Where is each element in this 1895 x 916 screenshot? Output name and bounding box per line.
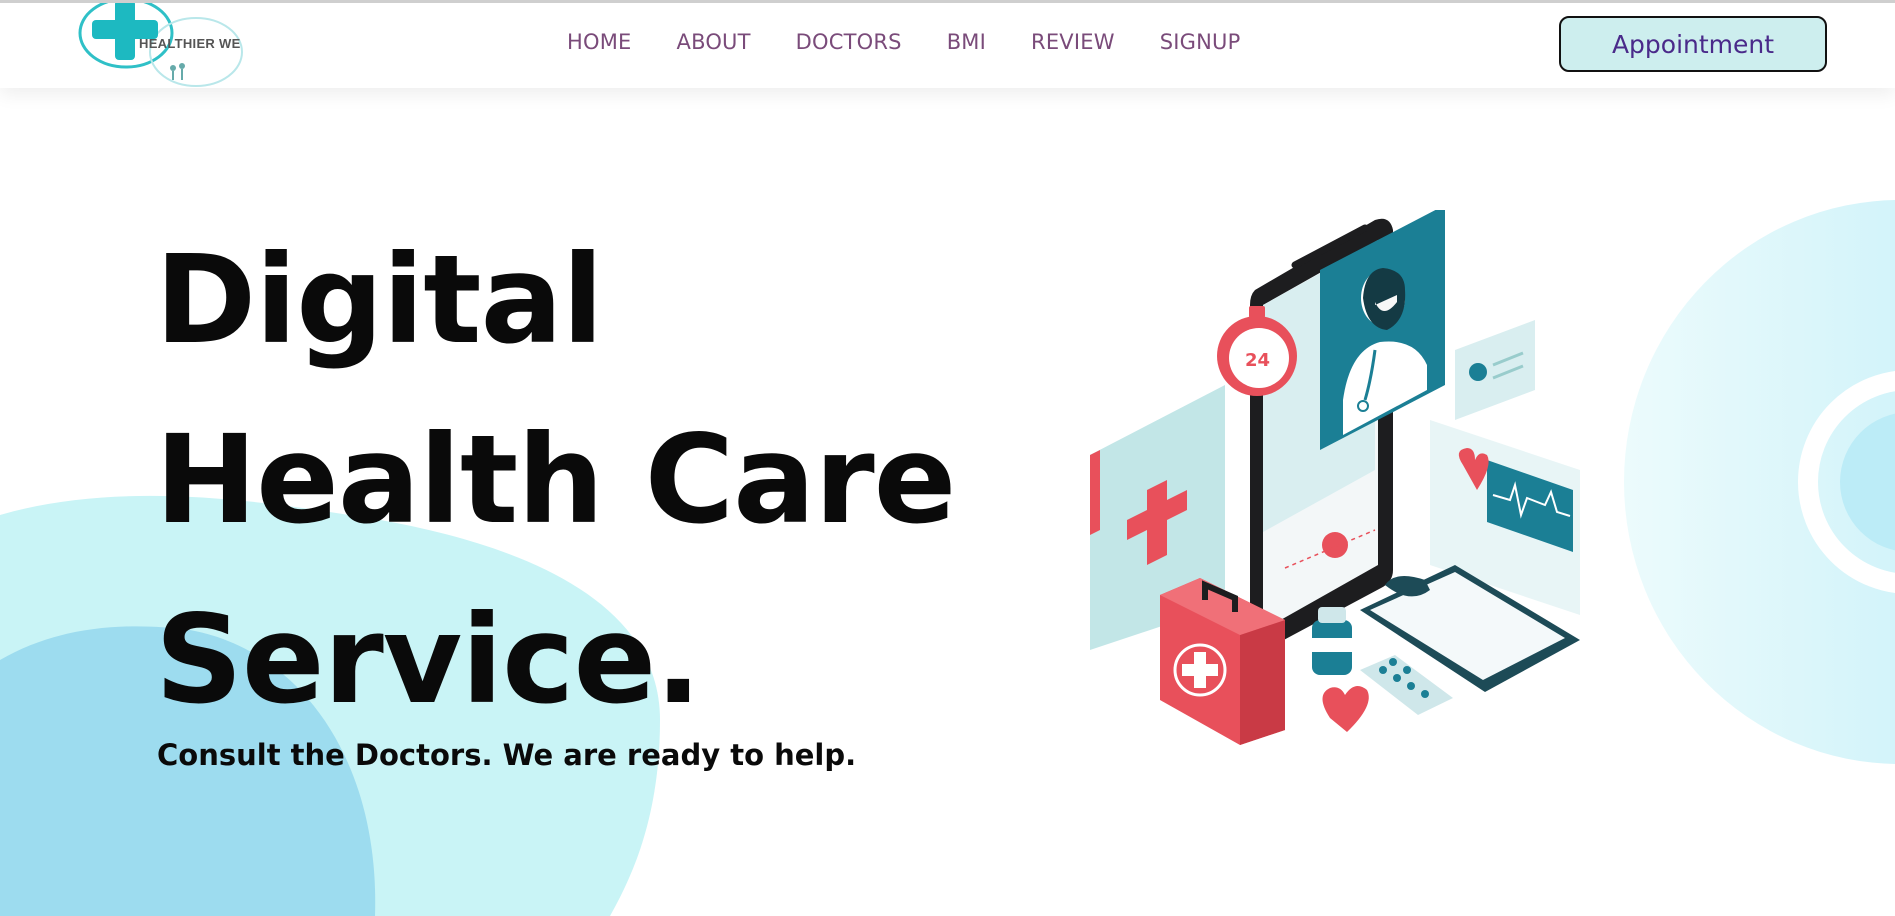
page: HEALTHIER WE HOME ABOUT DOCTORS BMI REVI… xyxy=(0,0,1895,916)
nav-about[interactable]: ABOUT xyxy=(677,30,751,54)
logo-text: HEALTHIER WE xyxy=(139,36,241,51)
hero-title-line-1: Digital xyxy=(155,229,604,371)
hero-title-line-2: Health Care xyxy=(155,409,956,551)
nav-bmi[interactable]: BMI xyxy=(947,30,986,54)
nav-doctors[interactable]: DOCTORS xyxy=(796,30,902,54)
site-header: HEALTHIER WE HOME ABOUT DOCTORS BMI REVI… xyxy=(0,0,1895,88)
profile-card xyxy=(1455,320,1535,420)
main-nav: HOME ABOUT DOCTORS BMI REVIEW SIGNUP xyxy=(567,30,1240,54)
hero-subtitle: Consult the Doctors. We are ready to hel… xyxy=(157,738,857,772)
nav-signup[interactable]: SIGNUP xyxy=(1160,30,1241,54)
clock-label: 24 xyxy=(1245,350,1270,371)
logo[interactable]: HEALTHIER WE xyxy=(78,0,253,88)
heart-icon-small xyxy=(1322,686,1369,732)
nav-home[interactable]: HOME xyxy=(567,30,632,54)
top-rule xyxy=(0,0,1895,3)
appointment-button[interactable]: Appointment xyxy=(1559,16,1827,72)
nav-review[interactable]: REVIEW xyxy=(1031,30,1115,54)
hero-title: Digital Health Care Service. xyxy=(155,210,956,750)
hero-title-line-3: Service. xyxy=(155,589,702,731)
telemedicine-illustration: 24 xyxy=(1090,210,1580,745)
pill-pack xyxy=(1360,655,1453,715)
pill-bottle-icon xyxy=(1312,607,1352,675)
